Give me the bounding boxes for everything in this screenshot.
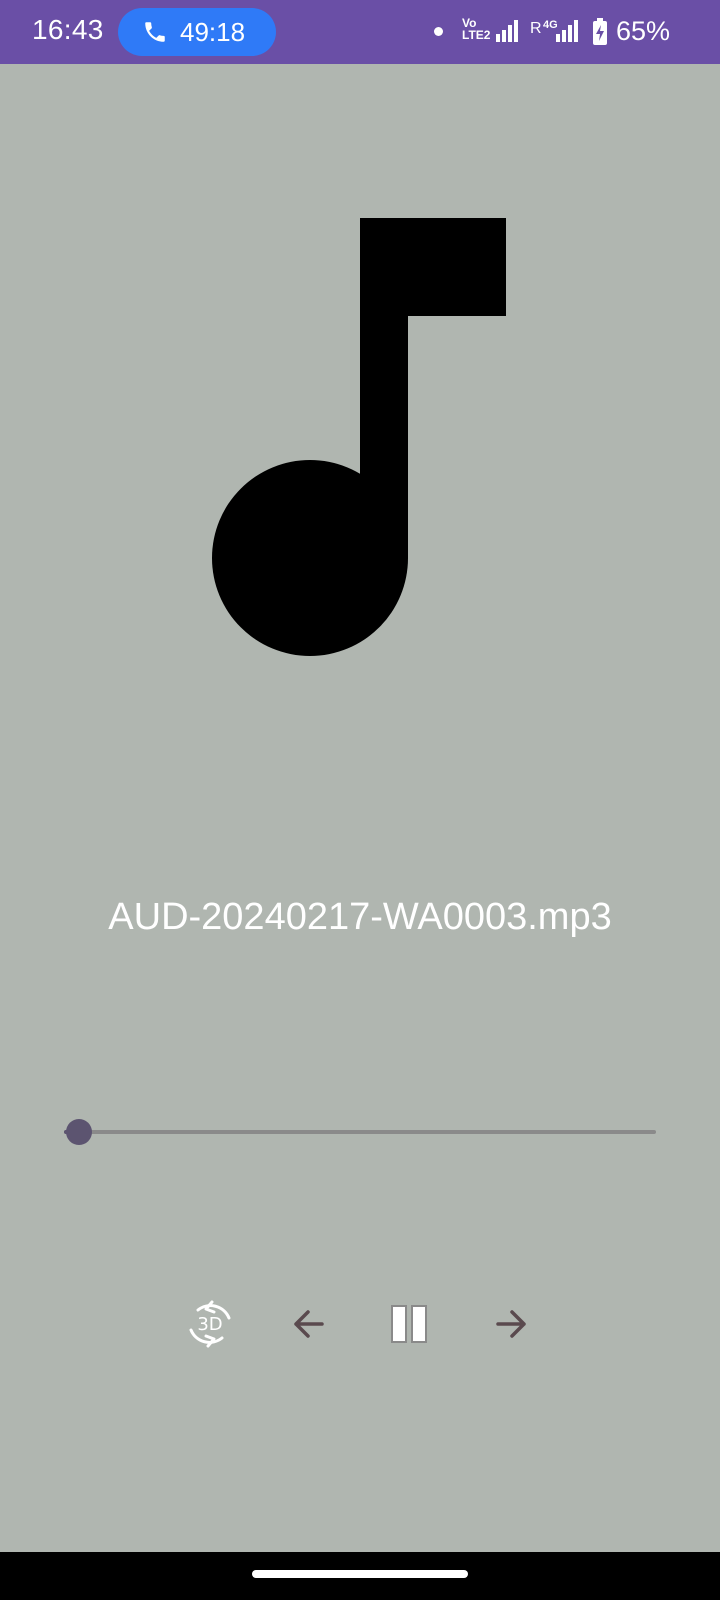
signal-icon	[496, 20, 518, 42]
previous-button[interactable]	[282, 1296, 338, 1352]
ongoing-call-chip[interactable]: 49:18	[118, 8, 276, 56]
status-bar: 16:43 49:18 Vo LTE2 R 4G 65%	[0, 0, 720, 64]
home-handle[interactable]	[252, 1570, 468, 1578]
arrow-left-icon	[294, 1310, 324, 1338]
3d-effect-button[interactable]: 3D	[182, 1296, 238, 1352]
volte-line2: LTE2	[462, 28, 491, 42]
notification-dot	[434, 27, 443, 36]
signal-icon	[556, 20, 578, 42]
pause-button[interactable]	[382, 1296, 438, 1352]
navigation-bar	[0, 1552, 720, 1600]
seek-thumb[interactable]	[65, 1119, 92, 1145]
pause-icon	[391, 1305, 427, 1343]
arrow-right-icon	[496, 1310, 526, 1338]
call-duration: 49:18	[180, 16, 246, 47]
3d-label: 3D	[197, 1313, 223, 1335]
status-time: 16:43	[32, 14, 104, 45]
phone-icon	[145, 22, 165, 42]
track-title: AUD-20240217-WA0003.mp3	[108, 896, 612, 938]
next-button[interactable]	[482, 1296, 538, 1352]
seek-bar[interactable]	[64, 1119, 656, 1145]
playback-controls: 3D	[0, 1296, 720, 1352]
battery-percent: 65%	[616, 16, 671, 46]
battery-charging-icon	[593, 18, 607, 45]
music-note-icon	[212, 218, 506, 656]
roaming-indicator: R	[530, 20, 542, 37]
volte-icon: Vo LTE2	[462, 17, 490, 41]
